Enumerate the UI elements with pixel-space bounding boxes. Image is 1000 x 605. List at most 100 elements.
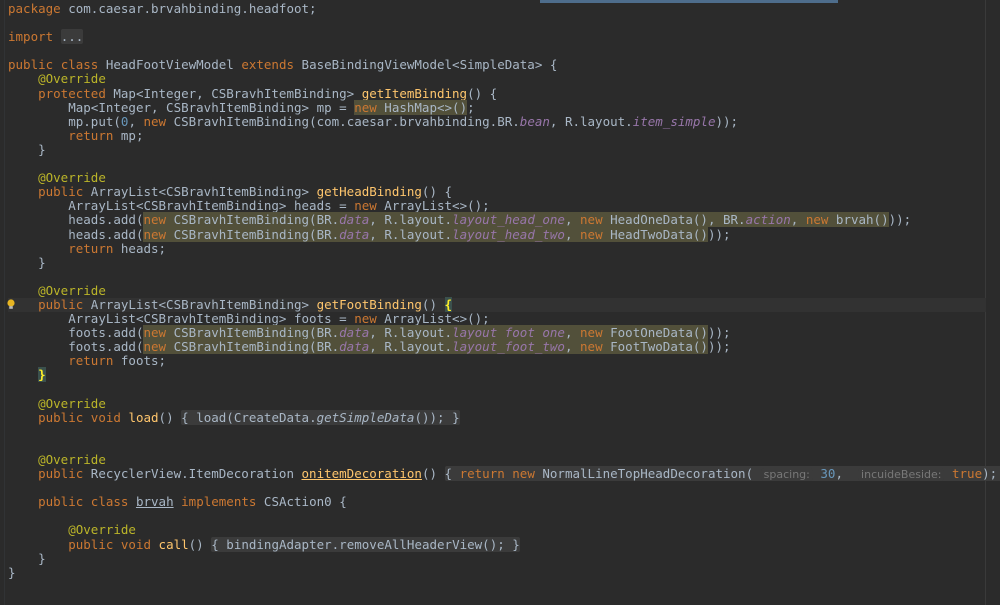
keyword: new bbox=[354, 198, 377, 214]
code-line-empty[interactable] bbox=[8, 425, 986, 439]
code-line[interactable]: } bbox=[8, 367, 986, 383]
code-line[interactable]: public class brvah implements CSAction0 … bbox=[8, 495, 986, 509]
field: bean bbox=[519, 113, 550, 129]
class-name: brvah bbox=[135, 494, 174, 510]
fold-text: { load(CreateData. bbox=[181, 409, 317, 425]
statement: , R.layout. bbox=[369, 212, 453, 228]
code-line[interactable]: heads.add(new CSBravhItemBinding(BR.data… bbox=[8, 226, 986, 242]
statement: CSBravhItemBinding(BR. bbox=[166, 339, 340, 355]
code-line[interactable]: ArrayList<CSBravhItemBinding> heads = ne… bbox=[8, 199, 986, 213]
code-line[interactable]: foots.add(new CSBravhItemBinding(BR.data… bbox=[8, 325, 986, 341]
keyword: new bbox=[143, 212, 167, 228]
code-line[interactable]: protected Map<Integer, CSBravhItemBindin… bbox=[8, 85, 986, 101]
code-line[interactable]: Map<Integer, CSBravhItemBinding> mp = ne… bbox=[8, 99, 986, 115]
code-line[interactable]: } bbox=[8, 254, 986, 270]
field: data bbox=[339, 339, 370, 355]
lightbulb-icon[interactable] bbox=[6, 298, 16, 312]
code-line[interactable]: package com.caesar.brvahbinding.headfoot… bbox=[8, 1, 986, 16]
method-name: getItemBinding bbox=[361, 85, 468, 101]
punct: )); bbox=[888, 212, 912, 228]
statement: HashMap<>() bbox=[376, 99, 468, 115]
import-fold[interactable]: ... bbox=[60, 29, 84, 45]
code-line[interactable]: public RecyclerView.ItemDecoration onite… bbox=[8, 466, 1000, 482]
code-line[interactable]: @Override bbox=[8, 283, 986, 298]
brace-match: { bbox=[444, 296, 453, 312]
keyword: import bbox=[8, 29, 54, 45]
call-fold[interactable]: { bindingAdapter.removeAllHeaderView(); … bbox=[211, 536, 520, 552]
method-name: load bbox=[128, 409, 159, 425]
load-fold[interactable]: { load(CreateData.getSimpleData()); } bbox=[181, 409, 460, 425]
code-line[interactable]: @Override bbox=[8, 72, 986, 86]
code-line[interactable]: @Override bbox=[8, 452, 986, 467]
code-line[interactable]: } bbox=[8, 564, 986, 580]
punct: () bbox=[421, 296, 445, 312]
field: action bbox=[745, 212, 791, 228]
type: RecyclerView.ItemDecoration bbox=[83, 466, 302, 482]
code-line-empty[interactable] bbox=[8, 270, 986, 284]
code-line-current[interactable]: public ArrayList<CSBravhItemBinding> get… bbox=[6, 296, 986, 313]
code-line[interactable]: return foots; bbox=[8, 354, 986, 368]
statement: brvah() bbox=[828, 212, 889, 228]
code-line[interactable]: @Override bbox=[8, 171, 986, 185]
keyword: void bbox=[90, 409, 121, 425]
punct: () { bbox=[467, 85, 498, 101]
code-line-empty[interactable] bbox=[8, 16, 986, 30]
keyword: new bbox=[143, 113, 167, 129]
keyword: class bbox=[90, 494, 129, 510]
punct: , bbox=[835, 466, 851, 482]
number: 30 bbox=[820, 466, 836, 482]
keyword: new bbox=[580, 325, 603, 341]
code-line[interactable]: } bbox=[8, 551, 986, 566]
field: data bbox=[339, 226, 370, 242]
code-line-empty[interactable] bbox=[8, 439, 986, 453]
punct: () bbox=[158, 409, 174, 425]
punct: () bbox=[421, 466, 437, 482]
code-line[interactable]: return heads; bbox=[8, 240, 986, 256]
keyword: package bbox=[8, 1, 61, 16]
code-line[interactable]: public void load() { load(CreateData.get… bbox=[8, 409, 986, 425]
code-line-empty[interactable] bbox=[8, 509, 986, 523]
keyword: new bbox=[354, 311, 377, 327]
field: layout_head_one bbox=[452, 212, 565, 228]
type: ArrayList<CSBravhItemBinding> bbox=[83, 184, 317, 200]
keyword: public bbox=[38, 494, 84, 510]
keyword: return bbox=[68, 127, 114, 143]
code-line-empty[interactable] bbox=[8, 383, 986, 397]
brace-match: } bbox=[38, 367, 46, 383]
decoration-fold[interactable]: { return new NormalLineTopHeadDecoration… bbox=[444, 466, 1000, 482]
statement: heads; bbox=[113, 240, 167, 256]
statement: CSBravhItemBinding(BR. bbox=[166, 226, 340, 242]
code-line[interactable]: heads.add(new CSBravhItemBinding(BR.data… bbox=[8, 212, 986, 228]
fold-text: NormalLineTopHeadDecoration( bbox=[534, 466, 754, 482]
field: item_simple bbox=[632, 113, 716, 129]
code-line[interactable]: } bbox=[8, 142, 986, 157]
punct: )); bbox=[715, 113, 739, 129]
code-line-empty[interactable] bbox=[8, 44, 986, 58]
code-line[interactable]: return mp; bbox=[8, 127, 986, 143]
code-line[interactable]: ArrayList<CSBravhItemBinding> foots = ne… bbox=[8, 312, 986, 326]
statement: , R.layout. bbox=[549, 113, 633, 129]
code-line[interactable]: public void call() { bindingAdapter.remo… bbox=[8, 536, 986, 552]
code-line[interactable]: public ArrayList<CSBravhItemBinding> get… bbox=[8, 185, 986, 199]
code-line-empty[interactable] bbox=[8, 157, 986, 171]
statement: , R.layout. bbox=[369, 339, 453, 355]
code-line[interactable]: mp.put(0, new CSBravhItemBinding(com.cae… bbox=[8, 113, 986, 129]
punct: , bbox=[564, 212, 581, 228]
code-editor[interactable]: package com.caesar.brvahbinding.headfoot… bbox=[0, 0, 1000, 605]
code-line[interactable]: public class HeadFootViewModel extends B… bbox=[8, 58, 986, 72]
code-line[interactable]: foots.add(new CSBravhItemBinding(BR.data… bbox=[8, 339, 986, 355]
parameter-hint: incuideBeside: bbox=[858, 468, 945, 482]
punct: } bbox=[38, 254, 46, 270]
code-line-empty[interactable] bbox=[8, 481, 986, 495]
statement: foots; bbox=[113, 353, 167, 369]
fold-text: ); } bbox=[982, 466, 998, 482]
code-line[interactable]: @Override bbox=[8, 523, 986, 537]
keyword: new bbox=[143, 339, 167, 355]
gutter-divider bbox=[4, 0, 5, 605]
punct: } bbox=[8, 564, 16, 580]
base-class: BaseBindingViewModel<SimpleData> { bbox=[294, 57, 558, 73]
code-line[interactable]: import ... bbox=[8, 29, 986, 45]
code-area[interactable]: package com.caesar.brvahbinding.headfoot… bbox=[6, 1, 1000, 580]
code-line[interactable]: @Override bbox=[8, 396, 986, 411]
keyword: public bbox=[68, 536, 114, 552]
